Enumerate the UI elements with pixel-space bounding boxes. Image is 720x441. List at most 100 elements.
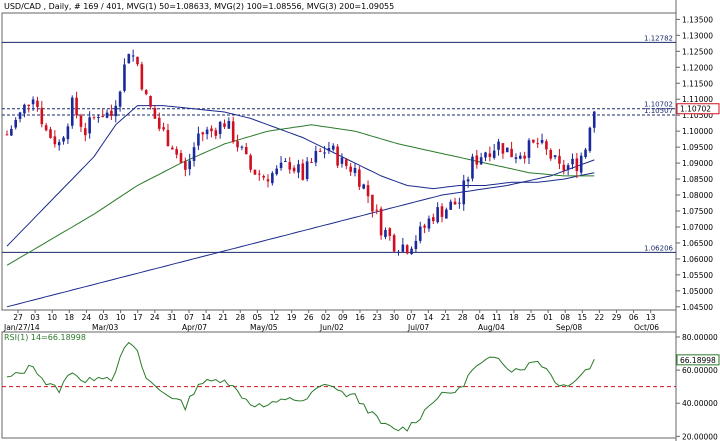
x-day-label: 25 — [526, 313, 536, 322]
candle-body — [375, 209, 379, 211]
candle-body — [527, 140, 531, 158]
x-day-label: 15 — [578, 313, 588, 322]
candle-body — [14, 120, 17, 128]
x-day-label: 04 — [475, 313, 485, 322]
y-tick-label: 1.08000 — [682, 191, 713, 200]
candle-body — [131, 55, 135, 57]
candle-body — [27, 104, 31, 106]
x-day-label: 09 — [338, 313, 348, 322]
candle-body — [466, 179, 470, 182]
x-day-label: 14 — [424, 313, 434, 322]
candle-body — [149, 96, 152, 107]
candle-body — [501, 143, 505, 154]
candle-body — [449, 201, 452, 210]
candle-body — [318, 150, 322, 152]
x-day-label: 22 — [595, 313, 605, 322]
candle-body — [179, 153, 183, 163]
candle-body — [484, 152, 487, 158]
candle-body — [153, 108, 157, 119]
x-day-label: 07 — [407, 313, 417, 322]
candle-body — [144, 90, 148, 95]
rsi-y-tick-label: 40.00000 — [682, 399, 718, 408]
candle-body — [223, 123, 226, 127]
candle-body — [536, 143, 539, 145]
x-month-label: Sep/08 — [556, 323, 582, 332]
candle-body — [44, 125, 48, 131]
x-day-label: 26 — [304, 313, 314, 322]
x-month-label: Jun/02 — [319, 323, 344, 332]
candle-body — [279, 162, 283, 169]
candle-body — [532, 139, 535, 143]
y-tick-label: 1.10000 — [682, 127, 713, 136]
candle-body — [327, 148, 331, 151]
candle-body — [418, 226, 422, 241]
candle-body — [371, 194, 374, 212]
x-day-label: 24 — [150, 313, 160, 322]
candle-body — [392, 235, 396, 252]
x-day-label: 11 — [492, 313, 502, 322]
hline-label: 1.10507 — [644, 107, 673, 115]
y-tick-label: 1.07500 — [682, 207, 713, 216]
candle-body — [514, 157, 518, 159]
x-month-label: Apr/07 — [182, 323, 207, 332]
candle-body — [266, 179, 270, 182]
y-tick-label: 1.08500 — [682, 175, 713, 184]
x-day-label: 08 — [560, 313, 570, 322]
y-tick-label: 1.06000 — [682, 255, 713, 264]
x-day-label: 18 — [65, 313, 75, 322]
candle-body — [166, 130, 170, 147]
x-day-label: 16 — [355, 313, 365, 322]
x-day-label: 06 — [629, 313, 639, 322]
candle-body — [171, 147, 174, 150]
candle-body — [545, 141, 548, 150]
candle-body — [244, 146, 248, 155]
candle-body — [70, 97, 74, 126]
candle-body — [349, 166, 352, 172]
candle-body — [388, 228, 392, 236]
y-tick-label: 1.07000 — [682, 223, 713, 232]
candle-body — [258, 173, 261, 175]
y-tick-label: 1.09000 — [682, 159, 713, 168]
y-tick-label: 1.06500 — [682, 239, 713, 248]
candle-body — [519, 155, 522, 159]
candle-body — [571, 158, 574, 165]
candle-body — [184, 161, 187, 170]
rsi-current-label: 66.18998 — [680, 356, 716, 365]
candle-body — [497, 141, 500, 150]
x-day-label: 29 — [612, 313, 622, 322]
x-month-label: Aug/04 — [478, 323, 505, 332]
candle-body — [84, 128, 87, 136]
y-tick-label: 1.09500 — [682, 143, 713, 152]
candle-body — [592, 111, 596, 128]
candle-body — [562, 164, 566, 171]
candle-body — [432, 217, 435, 222]
candle-body — [384, 229, 387, 238]
y-tick-label: 1.13500 — [682, 15, 713, 24]
candle-body — [118, 91, 122, 107]
candle-body — [214, 130, 218, 136]
candle-body — [379, 208, 383, 236]
candle-body — [479, 157, 483, 165]
x-day-label: 24 — [82, 313, 92, 322]
candle-body — [192, 147, 196, 161]
candle-body — [201, 132, 205, 135]
candle-body — [197, 133, 200, 146]
candle-body — [331, 145, 335, 150]
candle-body — [271, 173, 274, 184]
candle-body — [336, 146, 339, 166]
candle-body — [453, 201, 457, 205]
candle-body — [101, 116, 104, 118]
y-tick-label: 1.12500 — [682, 47, 713, 56]
candle-body — [471, 156, 474, 179]
candle-body — [405, 245, 409, 254]
candle-body — [579, 155, 583, 173]
candle-body — [114, 105, 118, 117]
candle-body — [366, 185, 370, 197]
candle-body — [210, 128, 213, 132]
x-day-label: 03 — [30, 313, 40, 322]
candle-body — [558, 155, 561, 164]
candle-body — [462, 180, 466, 205]
x-day-label: 10 — [116, 313, 126, 322]
candle-body — [23, 104, 26, 114]
x-day-label: 05 — [253, 313, 263, 322]
